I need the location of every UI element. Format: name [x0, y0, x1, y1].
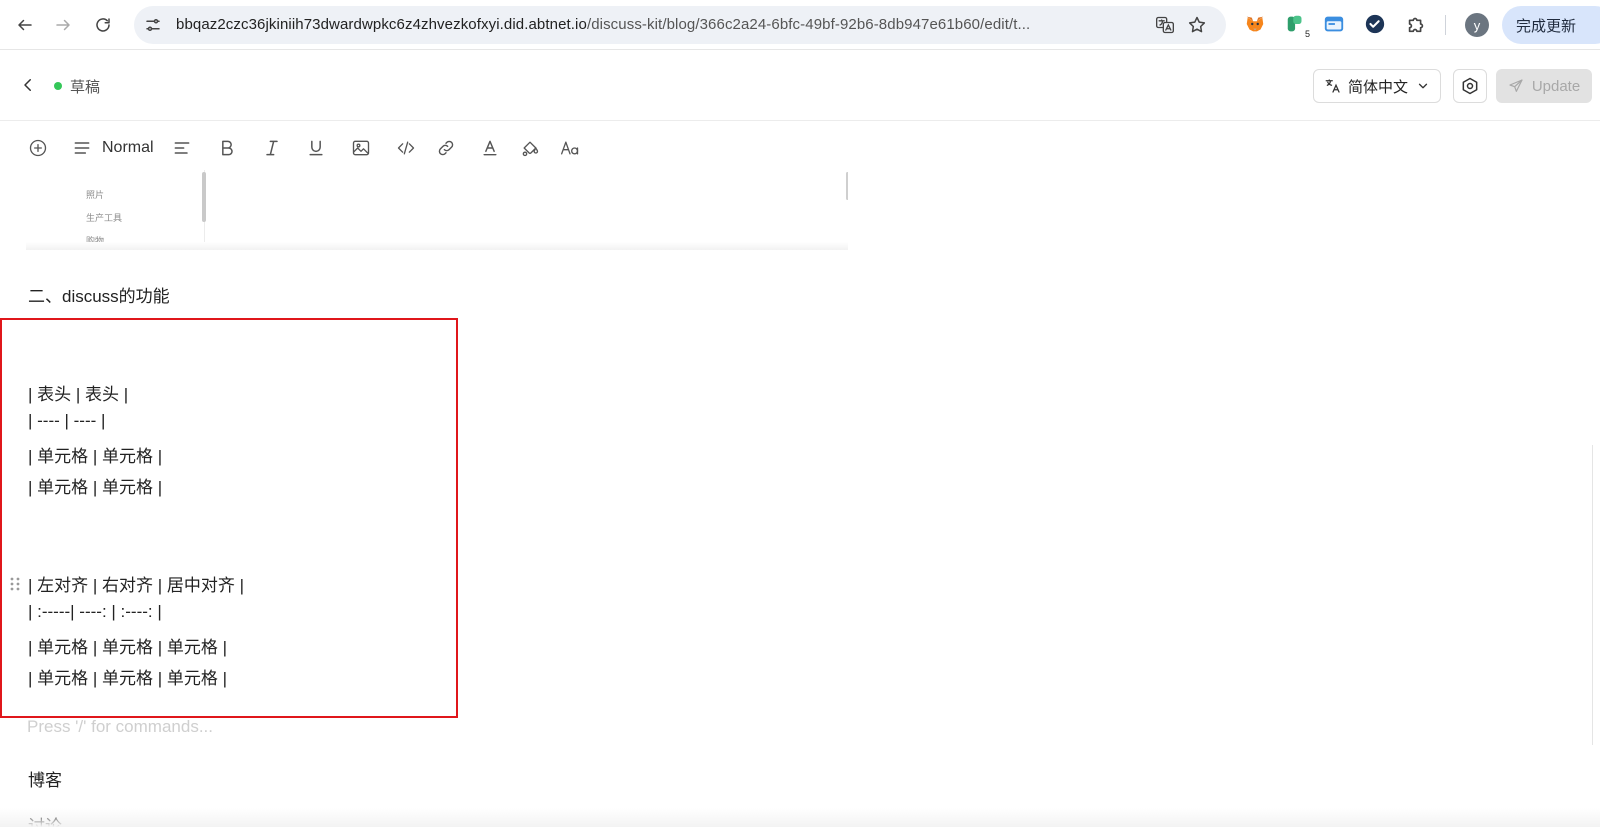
translate-icon[interactable] [1154, 14, 1176, 36]
paragraph-lines-icon [74, 142, 90, 154]
italic-button[interactable] [260, 136, 284, 160]
embed-list-item: 照片 [86, 190, 105, 200]
selection-highlight-box [0, 318, 458, 718]
page-scrollbar[interactable] [1592, 445, 1596, 745]
bottom-shadow [0, 808, 1600, 827]
language-value: 简体中文 [1348, 78, 1409, 96]
extension-check-icon[interactable] [1363, 12, 1387, 36]
metamask-fox-icon[interactable] [1243, 12, 1267, 36]
language-icon [1325, 79, 1340, 93]
italic-icon [266, 140, 278, 156]
text-color-icon [483, 140, 497, 156]
command-placeholder[interactable]: Press '/' for commands... [27, 717, 213, 737]
insert-image-button[interactable] [349, 136, 373, 160]
highlight-button[interactable] [518, 136, 542, 160]
align-left-icon [174, 142, 190, 154]
extensions-puzzle-icon[interactable] [1404, 12, 1428, 36]
paint-bucket-icon [522, 141, 539, 157]
browser-update-label: 完成更新 [1516, 17, 1577, 35]
embed-scrollbar [202, 172, 206, 222]
image-icon [352, 140, 370, 156]
settings-button[interactable] [1453, 69, 1487, 103]
toolbar-divider [1445, 15, 1446, 35]
send-icon [1509, 79, 1523, 92]
extension-green-icon[interactable]: 5 [1284, 12, 1312, 40]
code-icon [397, 141, 415, 155]
bookmark-star-icon[interactable] [1186, 14, 1208, 36]
bold-button[interactable] [215, 136, 239, 160]
update-button[interactable]: Update [1496, 69, 1592, 103]
url-host: bbqaz2czc36jkiniih73dwardwpkc6z4zhvezkof… [176, 16, 587, 33]
site-settings-icon[interactable] [144, 16, 162, 34]
embed-scrollbar-right [846, 172, 848, 200]
font-size-button[interactable] [558, 136, 582, 160]
paragraph-blog[interactable]: 博客 [28, 766, 62, 791]
link-icon [438, 140, 454, 156]
insert-block-button[interactable] [26, 136, 50, 160]
extension-badge-count: 5 [1302, 29, 1312, 40]
block-style-dropdown[interactable]: Normal [72, 136, 156, 160]
language-select[interactable]: 简体中文 [1313, 69, 1441, 103]
embed-shadow [26, 242, 848, 250]
reload-icon[interactable] [88, 10, 118, 40]
code-button[interactable] [394, 136, 418, 160]
back-button[interactable] [16, 73, 40, 97]
editor-toolbar [0, 122, 1600, 170]
browser-toolbar: bbqaz2czc36jkiniih73dwardwpkc6z4zhvezkof… [0, 0, 1600, 50]
editor-header: 草稿 简体中文 Update [0, 51, 1600, 121]
font-size-icon [561, 141, 579, 155]
update-button-label: Update [1531, 77, 1581, 95]
underline-button[interactable] [304, 136, 328, 160]
browser-update-button[interactable]: 完成更新 [1502, 6, 1600, 44]
align-button[interactable] [170, 136, 194, 160]
chevron-down-icon [1418, 83, 1428, 89]
link-button[interactable] [434, 136, 458, 160]
text-color-button[interactable] [478, 136, 502, 160]
chevron-left-icon [24, 79, 31, 91]
bold-icon [222, 140, 233, 156]
extension-window-icon[interactable] [1322, 12, 1346, 36]
back-arrow-icon[interactable] [10, 10, 40, 40]
section-heading[interactable]: 二、discuss的功能 [28, 282, 170, 307]
plus-circle-icon [29, 139, 47, 157]
profile-avatar[interactable]: y [1465, 13, 1489, 37]
settings-hexagon-icon [1462, 77, 1478, 95]
underline-icon [309, 140, 323, 156]
url-path: /discuss-kit/blog/366c2a24-6bfc-49bf-92b… [586, 16, 1031, 33]
draft-status-label: 草稿 [70, 79, 101, 96]
embed-list-item: 生产工具 [86, 213, 123, 223]
status-dot [54, 82, 62, 90]
address-bar[interactable]: bbqaz2czc36jkiniih73dwardwpkc6z4zhvezkof… [134, 6, 1226, 44]
block-style-label: Normal [102, 139, 154, 156]
url-text[interactable]: bbqaz2czc36jkiniih73dwardwpkc6z4zhvezkof… [176, 16, 1030, 33]
embedded-screenshot: 照片 生产工具 购物 [26, 170, 848, 250]
forward-arrow-icon[interactable] [48, 10, 78, 40]
